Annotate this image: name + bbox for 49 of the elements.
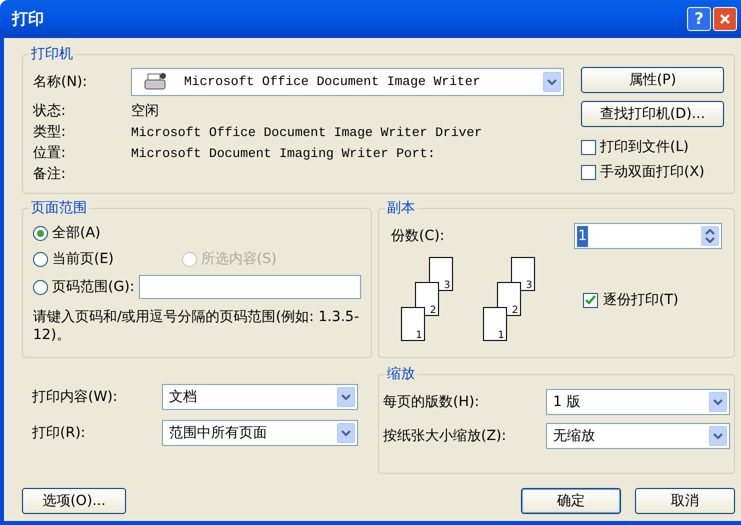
field-value: Microsoft Office Document Image Writer Driver — [131, 124, 482, 142]
ok-button[interactable]: 确定 — [521, 488, 621, 514]
select-field[interactable]: 范围中所有页面 — [162, 420, 358, 446]
select-field[interactable]: 1 版 — [546, 389, 730, 415]
field-label: 每页的版数(H): — [383, 392, 480, 412]
select-field[interactable]: 无缩放 — [546, 423, 730, 449]
field-label: 状态: — [33, 102, 67, 121]
printer-icon — [144, 72, 168, 92]
field-label: 类型: — [33, 123, 67, 142]
radio-button[interactable] — [33, 226, 48, 241]
hint-text: 请键入页码和/或用逗号分隔的页码范围(例如: 1.3.5-12)。 — [33, 308, 360, 344]
find-printer-button[interactable]: 查找打印机(D)... — [581, 101, 724, 127]
page-stack-drawing: 3 2 1 — [401, 257, 453, 343]
options-button[interactable]: 选项(O)... — [22, 488, 126, 514]
checkbox[interactable] — [581, 140, 596, 155]
spinner-arrows-icon[interactable] — [701, 226, 719, 246]
radio-label[interactable]: 当前页(E) — [52, 249, 114, 270]
help-button[interactable]: ? — [687, 7, 711, 31]
checkbox[interactable] — [581, 165, 596, 180]
page-range-field[interactable] — [138, 275, 361, 299]
field-value: 空闲 — [131, 102, 159, 121]
group-title: 缩放 — [385, 365, 417, 383]
checkbox[interactable] — [583, 292, 598, 308]
cancel-button[interactable]: 取消 — [635, 488, 735, 514]
group-title: 打印机 — [29, 45, 75, 63]
properties-button[interactable]: 属性(P) — [581, 67, 724, 93]
field-value: Microsoft Document Imaging Writer Port: — [131, 144, 436, 163]
field-label: 位置: — [33, 144, 67, 163]
radio-label[interactable]: 页码范围(G): — [52, 276, 134, 298]
field-label: 备注: — [33, 165, 67, 184]
field-label: 名称(N): — [33, 72, 88, 92]
radio-button[interactable] — [33, 252, 48, 267]
checkbox-label[interactable]: 打印到文件(L) — [600, 137, 689, 158]
group-title: 副本 — [385, 199, 417, 217]
field-label: 份数(C): — [391, 226, 444, 246]
field-label: 按纸张大小缩放(Z): — [383, 426, 506, 446]
field-label: 打印内容(W): — [32, 388, 118, 406]
select-field[interactable]: 文档 — [162, 384, 358, 410]
group-title: 页面范围 — [29, 199, 89, 217]
radio-button[interactable] — [33, 280, 48, 294]
close-icon[interactable] — [713, 7, 737, 31]
radio-label[interactable]: 全部(A) — [52, 223, 101, 244]
checkbox-label[interactable]: 手动双面打印(X) — [600, 162, 705, 183]
checkbox-label[interactable]: 逐份打印(T) — [603, 290, 678, 310]
printer-select[interactable]: Microsoft Office Document Image Writer — [131, 68, 564, 96]
window-title: 打印 — [12, 8, 44, 30]
page-stack-drawing: 3 2 1 — [483, 257, 535, 343]
copies-spinner[interactable]: 1 — [574, 223, 722, 249]
field-label: 打印(R): — [32, 424, 86, 442]
